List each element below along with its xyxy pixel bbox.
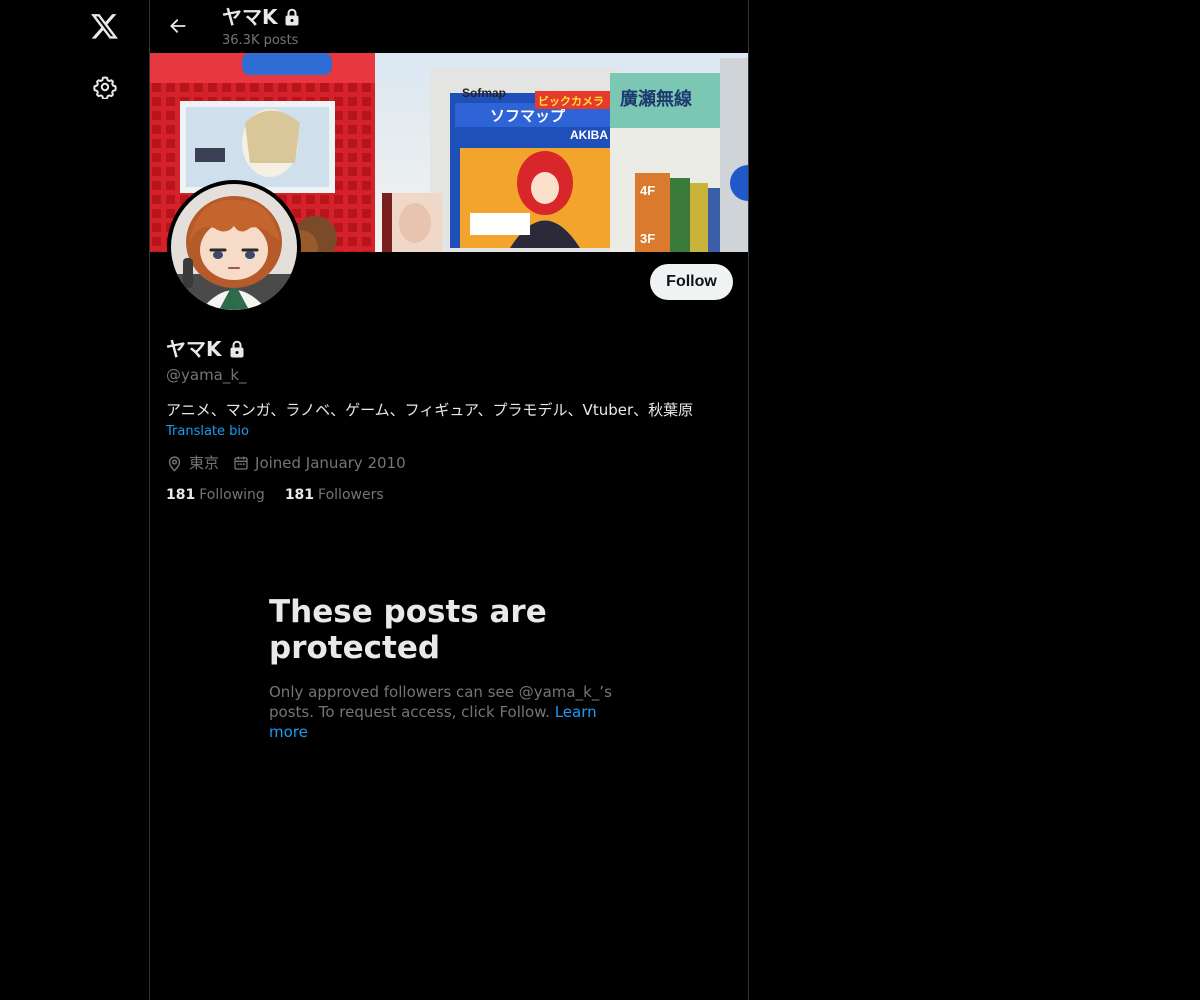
sign-3f: 3F [640,231,655,246]
joined-text: Joined January 2010 [255,454,406,472]
profile-column: ヤマK 36.3K posts Sofmap ソフマップ AKIBA ビックカメ… [149,0,749,1000]
location-pin-icon [168,455,181,472]
profile-bio: アニメ、マンガ、ラノベ、ゲーム、フィギュア、プラモデル、Vtuber、秋葉原 [166,401,694,419]
following-count: 181 [166,487,196,503]
display-name: ヤマK [166,337,222,361]
sign-right: 廣瀬無線 [620,88,692,110]
post-count: 36.3K posts [222,33,299,48]
x-logo-button[interactable] [80,2,130,52]
sign-akiba: AKIBA [570,128,608,142]
sign-4f: 4F [640,183,655,198]
back-button[interactable] [160,8,196,44]
protected-text-block: Only approved followers can see @yama_k_… [269,682,629,742]
header-title: ヤマK [222,4,300,30]
calendar-icon [234,456,248,470]
location-item: 東京 [166,453,219,473]
location-text: 東京 [189,454,220,472]
sign-sofmap: Sofmap [462,86,506,100]
profile-header: ヤマK 36.3K posts [150,0,748,53]
protected-notice: These posts are protected Only approved … [269,594,629,742]
translate-bio-link[interactable]: Translate bio [166,424,249,440]
app: ヤマK 36.3K posts Sofmap ソフマップ AKIBA ビックカメ… [0,0,1200,1000]
follow-button[interactable]: Follow [650,264,733,300]
settings-button[interactable] [80,62,130,112]
following-link[interactable]: 181 Following [166,486,265,504]
header-name: ヤマK [222,5,278,29]
arrow-left-icon [170,19,186,33]
follow-stats: 181 Following 181 Followers [166,486,404,504]
avatar-image [171,184,297,310]
lock-icon [230,340,243,358]
protected-title: These posts are protected [269,594,547,666]
sign-sofmap-katakana: ソフマップ [490,107,566,125]
profile-meta: 東京 Joined January 2010 [166,453,420,473]
left-nav [0,0,149,1000]
x-logo-icon [91,14,118,39]
gear-icon [93,76,117,99]
profile-handle: @yama_k_ [166,366,247,384]
joined-item: Joined January 2010 [233,453,406,473]
lock-icon [285,8,298,26]
following-label: Following [199,487,265,503]
profile-name: ヤマK [166,336,245,362]
followers-count: 181 [284,487,315,503]
followers-label: Followers [318,487,384,503]
sign-bic: ビックカメラ [538,94,604,108]
followers-link[interactable]: 181 Followers [285,486,384,504]
profile-avatar[interactable] [167,180,301,314]
